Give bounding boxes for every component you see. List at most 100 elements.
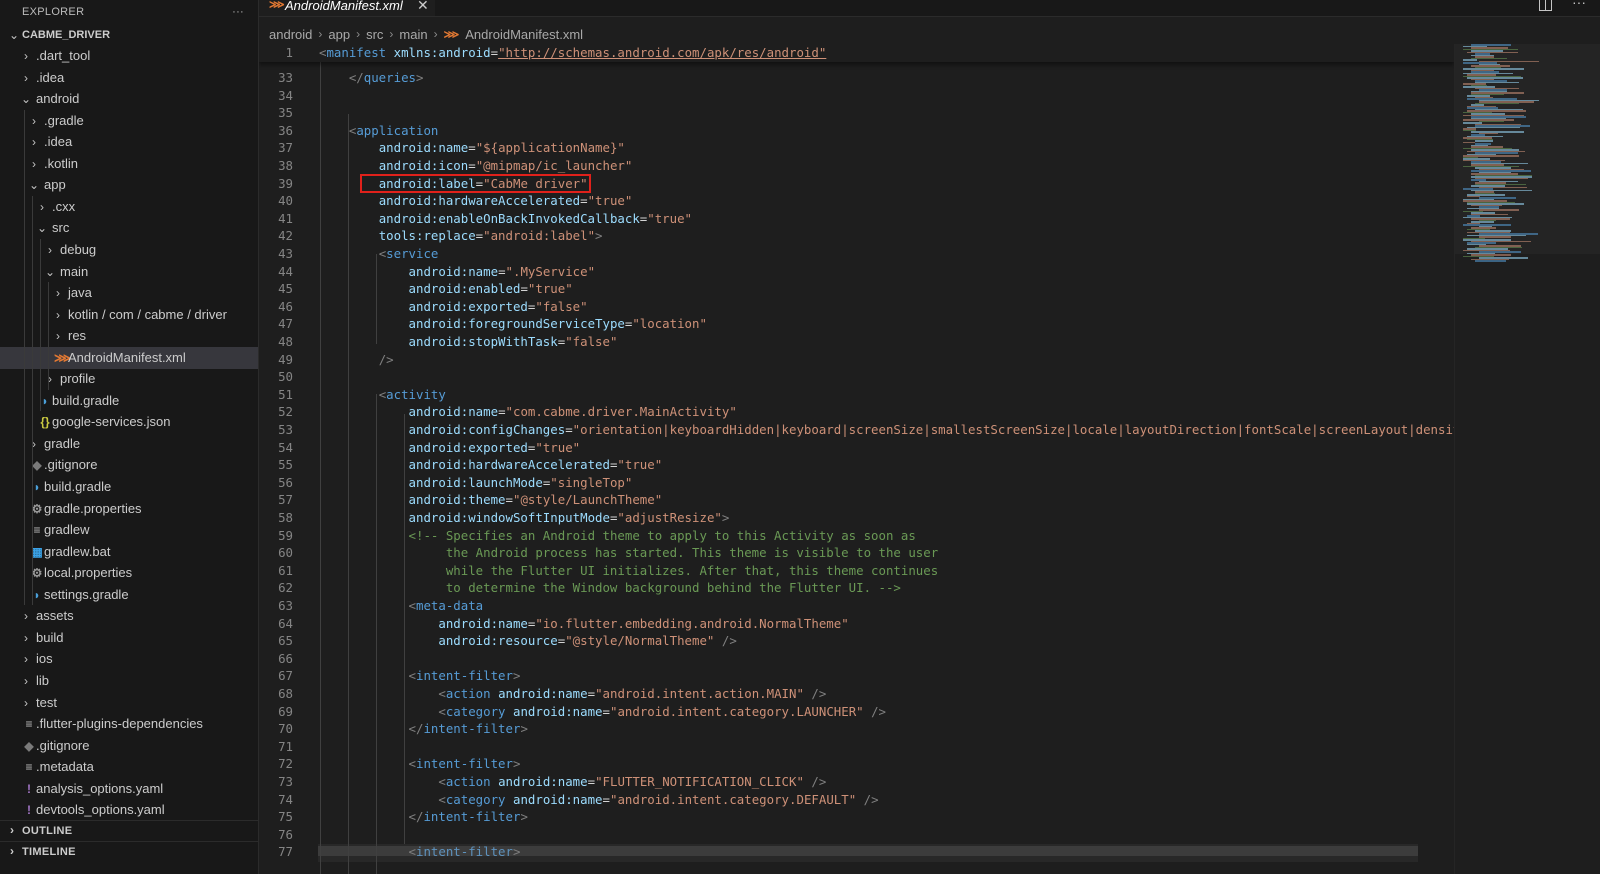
line-number: 51 bbox=[278, 386, 293, 402]
tree-folder[interactable]: ⌄ src bbox=[0, 217, 258, 239]
line-number: 46 bbox=[278, 298, 293, 314]
tree-file[interactable]: ◆ .gitignore bbox=[0, 454, 258, 476]
more-actions-icon[interactable]: ··· bbox=[232, 6, 244, 18]
explorer-title: EXPLORER bbox=[22, 6, 85, 18]
tree-file[interactable]: ◗ settings.gradle bbox=[0, 584, 258, 606]
code-text: android:configChanges="orientation|keybo… bbox=[408, 422, 1454, 437]
code-line: 53 android:configChanges="orientation|ke… bbox=[259, 421, 1454, 439]
tree-folder[interactable]: › ios bbox=[0, 648, 258, 670]
project-root[interactable]: ⌄ CABME_DRIVER bbox=[0, 24, 258, 46]
code-line: 69 <category android:name="android.inten… bbox=[259, 703, 1454, 721]
yaml-file-icon: ! bbox=[27, 803, 31, 818]
chevron-right-icon: › bbox=[48, 242, 52, 257]
horizontal-scrollbar[interactable] bbox=[318, 846, 1418, 856]
close-tab-icon[interactable]: ✕ bbox=[417, 0, 429, 14]
tree-folder[interactable]: ⌄ main bbox=[0, 261, 258, 283]
editor-more-actions-icon[interactable]: ··· bbox=[1572, 0, 1586, 10]
tree-item-label: .gitignore bbox=[36, 737, 90, 753]
line-number: 43 bbox=[278, 246, 293, 261]
tree-folder[interactable]: › test bbox=[0, 692, 258, 714]
outline-label: OUTLINE bbox=[22, 825, 73, 837]
tree-folder[interactable]: › gradle bbox=[0, 433, 258, 455]
tree-file[interactable]: ≡ .flutter-plugins-dependencies bbox=[0, 713, 258, 735]
outline-panel-header[interactable]: › OUTLINE bbox=[0, 820, 258, 841]
tree-file[interactable]: ⚙ local.properties bbox=[0, 562, 258, 584]
tree-item-label: .idea bbox=[44, 134, 73, 150]
breadcrumb-item[interactable]: android bbox=[269, 27, 312, 42]
xml-file-icon: ⋙ bbox=[54, 350, 72, 365]
tree-folder[interactable]: › .gradle bbox=[0, 110, 258, 132]
tree-folder[interactable]: › kotlin / com / cabme / driver bbox=[0, 304, 258, 326]
line-number: 55 bbox=[278, 457, 293, 473]
code-line: 1 <manifest xmlns:android="http://schemas… bbox=[259, 44, 1454, 62]
tree-folder[interactable]: › profile bbox=[0, 368, 258, 390]
tree-folder[interactable]: › debug bbox=[0, 239, 258, 261]
tree-item-label: profile bbox=[60, 371, 96, 387]
tree-file[interactable]: ≡ .metadata bbox=[0, 756, 258, 778]
indent-guide bbox=[348, 114, 349, 874]
tree-file[interactable]: ≡ gradlew bbox=[0, 519, 258, 541]
code-line: 52 android:name="com.cabme.driver.MainAc… bbox=[259, 403, 1454, 421]
tree-file[interactable]: ⋙ AndroidManifest.xml bbox=[0, 346, 258, 369]
breadcrumb-item[interactable]: AndroidManifest.xml bbox=[465, 27, 583, 42]
tree-file[interactable]: ◗ build.gradle bbox=[0, 390, 258, 412]
line-number: 72 bbox=[278, 756, 293, 772]
tree-file[interactable]: {} google-services.json bbox=[0, 411, 258, 433]
tree-file[interactable]: ◗ build.gradle bbox=[0, 476, 258, 498]
line-number: 73 bbox=[278, 774, 293, 789]
chevron-down-icon: ⌄ bbox=[8, 28, 20, 42]
line-number: 38 bbox=[278, 158, 293, 173]
tree-file[interactable]: ⚙ gradle.properties bbox=[0, 498, 258, 520]
tree-folder[interactable]: › .idea bbox=[0, 67, 258, 89]
tree-folder[interactable]: › java bbox=[0, 282, 258, 304]
tree-file[interactable]: ▦ gradlew.bat bbox=[0, 541, 258, 563]
tree-folder[interactable]: › .idea bbox=[0, 131, 258, 153]
explorer-header: EXPLORER ··· bbox=[0, 0, 258, 24]
tree-item-label: assets bbox=[36, 608, 74, 624]
tree-folder[interactable]: › res bbox=[0, 325, 258, 347]
tree-file[interactable]: ◆ .gitignore bbox=[0, 735, 258, 757]
code-line: 63 <meta-data bbox=[259, 597, 1454, 615]
code-text: to determine the Window background behin… bbox=[319, 580, 901, 596]
tree-item-label: .cxx bbox=[52, 198, 76, 214]
tree-folder[interactable]: › build bbox=[0, 627, 258, 649]
code-line: 64 android:name="io.flutter.embedding.an… bbox=[259, 615, 1454, 633]
line-number: 66 bbox=[278, 650, 293, 666]
line-number: 68 bbox=[278, 686, 293, 701]
code-text: android:foregroundServiceType="location" bbox=[408, 316, 707, 332]
code-line: 67 <intent-filter> bbox=[259, 667, 1454, 685]
line-number: 67 bbox=[278, 668, 293, 684]
tree-item-label: src bbox=[52, 220, 70, 236]
tree-item-label: res bbox=[68, 328, 87, 344]
tree-folder[interactable]: ⌄ android bbox=[0, 88, 258, 110]
breadcrumb-item[interactable]: main bbox=[399, 27, 427, 42]
code-line: 76 bbox=[259, 826, 1454, 844]
tree-folder[interactable]: › .kotlin bbox=[0, 153, 258, 175]
tree-folder[interactable]: › assets bbox=[0, 605, 258, 627]
tree-folder[interactable]: › .cxx bbox=[0, 196, 258, 218]
code-text: android:launchMode="singleTop" bbox=[408, 474, 633, 490]
breadcrumb-item[interactable]: src bbox=[366, 27, 383, 42]
code-editor[interactable]: 33 </queries> 34 35 36 <application 37 andro… bbox=[259, 44, 1454, 874]
code-text: <action android:name="android.intent.act… bbox=[438, 686, 827, 701]
tree-folder[interactable]: › lib bbox=[0, 670, 258, 692]
code-line: 37 android:name="${applicationName}" bbox=[259, 139, 1454, 157]
tree-item-label: build bbox=[36, 629, 64, 645]
tree-folder[interactable]: › .dart_tool bbox=[0, 45, 258, 67]
line-number: 41 bbox=[278, 210, 293, 226]
tree-item-label: google-services.json bbox=[52, 414, 171, 430]
tree-folder[interactable]: ⌄ app bbox=[0, 174, 258, 196]
tree-file[interactable]: ! analysis_options.yaml bbox=[0, 778, 258, 800]
line-number: 62 bbox=[278, 580, 293, 596]
minimap[interactable] bbox=[1454, 44, 1600, 874]
timeline-panel-header[interactable]: › TIMELINE bbox=[0, 841, 258, 862]
code-text: <meta-data bbox=[408, 598, 484, 613]
chevron-right-icon: › bbox=[56, 307, 60, 322]
tree-file[interactable]: ! devtools_options.yaml bbox=[0, 799, 258, 821]
code-text: <intent-filter> bbox=[408, 668, 521, 684]
split-editor-icon[interactable] bbox=[1539, 0, 1552, 11]
line-number: 76 bbox=[278, 826, 293, 842]
code-text: <activity bbox=[378, 386, 446, 402]
breadcrumb-item[interactable]: app bbox=[328, 27, 350, 42]
tab-androidmanifest[interactable]: ⋙ AndroidManifest.xml ✕ bbox=[259, 0, 435, 16]
